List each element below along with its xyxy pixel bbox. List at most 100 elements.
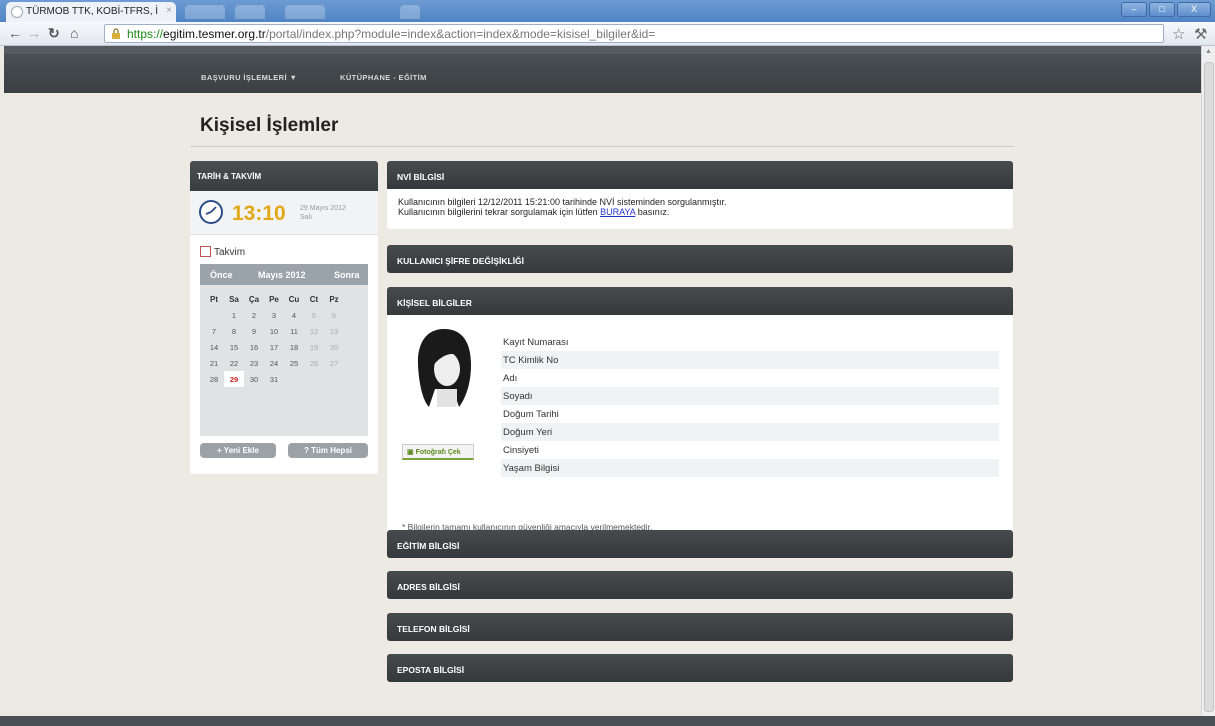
phone-panel-header[interactable]: TELEFON BİLGİSİ [387,613,1013,641]
calendar-day[interactable]: 11 [284,323,304,339]
nvi-query-info: Kullanıcının bilgileri 12/12/2011 15:21:… [398,197,727,207]
calendar-week: 28 29 30 31 [204,371,344,387]
calendar-day[interactable]: 15 [224,339,244,355]
nvi-panel-body: Kullanıcının bilgileri 12/12/2011 15:21:… [387,189,1013,229]
weekday: Pz [329,295,339,304]
calendar: Önce Mayıs 2012 Sonra Pt Sa Ça Pe Cu Ct … [200,264,368,436]
address-bar[interactable]: https://egitim.tesmer.org.tr/portal/inde… [104,24,1164,43]
bookmark-star-icon[interactable]: ☆ [1172,25,1185,43]
calendar-day[interactable]: 16 [244,339,264,355]
field-tc-kimlik-no: TC Kimlik No [501,351,999,369]
minimize-button[interactable]: – [1121,2,1147,17]
tab-close-icon[interactable]: × [166,5,172,16]
weekday: Ct [309,295,319,304]
education-panel: EĞİTİM BİLGİSİ [387,530,1013,558]
nav-kutuphane-egitim[interactable]: KÜTÜPHANE - EĞİTİM [340,73,427,82]
back-arrow-icon[interactable]: ← [8,25,22,41]
calendar-day[interactable]: 22 [224,355,244,371]
clock-icon [199,200,223,224]
clock-box: 13:10 29 Mayıs 2012 Salı [190,191,378,235]
requery-link[interactable]: BURAYA [600,207,635,217]
camera-icon: ▣ [407,449,414,456]
close-window-button[interactable]: X [1177,2,1211,17]
field-kayit-numarasi: Kayıt Numarası [503,337,569,348]
calendar-month: Mayıs 2012 [258,270,306,280]
weekday-line: Salı [300,214,313,221]
page-scrollbar[interactable]: ▲ [1201,46,1215,717]
url-path: /portal/index.php?module=index&action=in… [265,27,656,41]
home-icon[interactable]: ⌂ [70,25,78,41]
avatar-placeholder-icon [417,329,471,407]
calendar-day[interactable]: 19 [304,339,324,355]
page-viewport: BAŞVURU İŞLEMLERİ ▼ KÜTÜPHANE - EĞİTİM K… [4,46,1215,717]
calendar-day[interactable]: 13 [324,323,344,339]
calendar-day[interactable]: 2 [244,307,264,323]
phone-panel: TELEFON BİLGİSİ [387,613,1013,641]
calendar-day[interactable]: 6 [324,307,344,323]
blurred-tab[interactable] [185,5,225,19]
calendar-day[interactable]: 10 [264,323,284,339]
calendar-week: 1 2 3 4 5 6 [204,307,344,323]
add-event-button[interactable]: + Yeni Ekle [200,443,276,458]
calendar-day[interactable]: 26 [304,355,324,371]
calendar-day[interactable]: 8 [224,323,244,339]
calendar-day[interactable]: 14 [204,339,224,355]
calendar-day[interactable] [204,307,224,323]
blurred-tab[interactable] [235,5,265,19]
calendar-day[interactable]: 20 [324,339,344,355]
favicon-icon [11,6,23,18]
email-panel-header[interactable]: EPOSTA BİLGİSİ [387,654,1013,682]
widget-header: TARİH & TAKVİM [190,161,378,191]
title-divider [190,146,1014,147]
calendar-label: Takvim [200,246,245,258]
calendar-day[interactable]: 31 [264,371,284,387]
calendar-day[interactable]: 23 [244,355,264,371]
calendar-day[interactable]: 5 [304,307,324,323]
blurred-tab[interactable] [400,5,420,19]
url-host: egitim.tesmer.org.tr [163,27,266,41]
calendar-day[interactable]: 24 [264,355,284,371]
calendar-day[interactable]: 4 [284,307,304,323]
password-panel-header[interactable]: KULLANICI ŞİFRE DEĞİŞİKLİĞİ [387,245,1013,273]
take-photo-button[interactable]: ▣ Fotoğrafı Çek [402,444,474,460]
calendar-day[interactable]: 18 [284,339,304,355]
nvi-panel-header[interactable]: NVİ BİLGİSİ [387,161,1013,189]
calendar-day-today[interactable]: 29 [224,371,244,387]
reload-icon[interactable]: ↻ [48,25,60,42]
calendar-day[interactable]: 1 [224,307,244,323]
calendar-day[interactable]: 17 [264,339,284,355]
calendar-day[interactable]: 12 [304,323,324,339]
browser-tab[interactable]: TÜRMOB TTK, KOBİ-TFRS, İ × [6,2,176,22]
calendar-day[interactable]: 9 [244,323,264,339]
scroll-up-icon[interactable]: ▲ [1205,48,1212,55]
blurred-tab[interactable] [285,5,325,19]
forward-arrow-icon[interactable]: → [27,25,41,41]
calendar-day[interactable]: 21 [204,355,224,371]
calendar-day[interactable]: 27 [324,355,344,371]
calendar-day[interactable]: 7 [204,323,224,339]
wrench-icon[interactable]: ⚒ [1194,25,1207,43]
show-all-button[interactable]: ? Tüm Hepsi [288,443,368,458]
calendar-icon [200,246,211,257]
calendar-day [304,371,324,387]
weekday: Pe [269,295,279,304]
personal-panel-header[interactable]: KİŞİSEL BİLGİLER [387,287,1013,315]
calendar-prev-button[interactable]: Önce [210,270,233,280]
calendar-day[interactable]: 25 [284,355,304,371]
scrollbar-thumb[interactable] [1204,62,1214,712]
address-panel-header[interactable]: ADRES BİLGİSİ [387,571,1013,599]
calendar-day [284,371,304,387]
nav-basvuru-islemleri[interactable]: BAŞVURU İŞLEMLERİ ▼ [201,73,297,82]
current-date: 29 Mayıs 2012 Salı [300,204,346,222]
nvi-requery-text: Kullanıcının bilgilerini tekrar sorgulam… [398,207,601,217]
calendar-day[interactable]: 30 [244,371,264,387]
maximize-button[interactable]: □ [1149,2,1175,17]
calendar-day[interactable]: 28 [204,371,224,387]
calendar-next-button[interactable]: Sonra [334,270,360,280]
address-panel: ADRES BİLGİSİ [387,571,1013,599]
education-panel-header[interactable]: EĞİTİM BİLGİSİ [387,530,1013,558]
calendar-day[interactable]: 3 [264,307,284,323]
field-adi: Adı [503,373,518,384]
field-dogum-tarihi: Doğum Tarihi [503,409,559,420]
nvi-requery-line: Kullanıcının bilgilerini tekrar sorgulam… [398,207,1013,217]
